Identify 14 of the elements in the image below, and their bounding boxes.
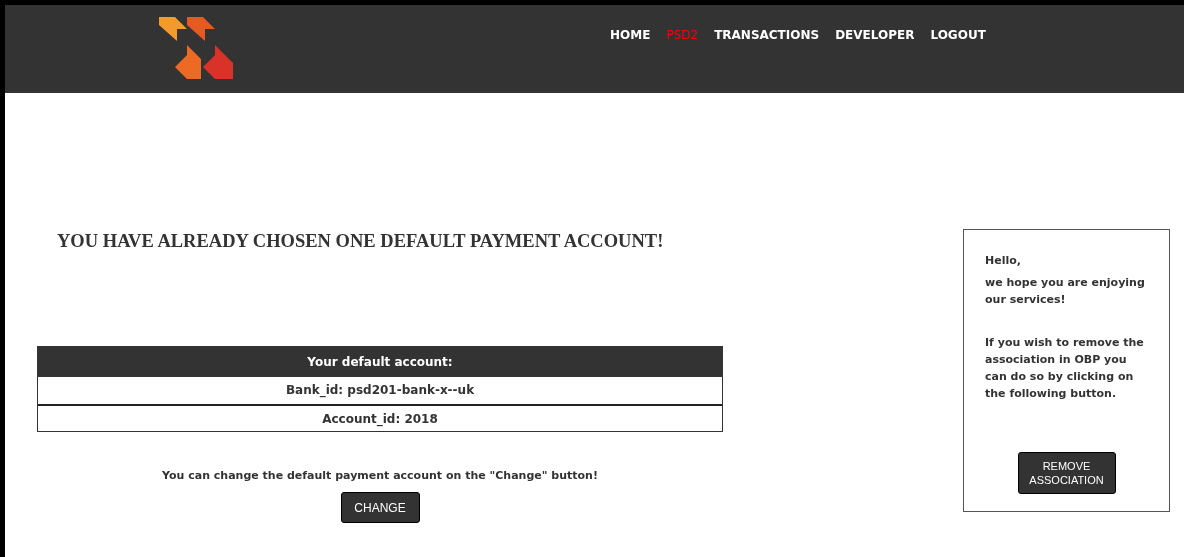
greeting-text: Hello, [985, 253, 1022, 269]
nav-link[interactable]: TRANSACTIONS [714, 26, 820, 44]
table-cell-text: Bank_id: psd201-bank-x--uk [284, 381, 476, 400]
info-text: If you wish to remove the association in OBP you can do so by clicking on the following button. [985, 335, 1145, 402]
change-button[interactable]: CHANGE [340, 492, 420, 524]
table-header: Your default account: [38, 346, 722, 377]
nav-link[interactable]: HOME [610, 26, 651, 44]
nav-link[interactable]: LOGOUT [930, 26, 986, 44]
table-cell: Account_id: 2018 [38, 403, 722, 431]
page-heading: YOU HAVE ALREADY CHOSEN ONE DEFAULT PAYMENT ACCOUNT! [57, 230, 665, 253]
info-text: we hope you are enjoying our services! [985, 275, 1146, 308]
change-hint: You can change the default payment account on the "Change" button! [161, 467, 599, 484]
nav-link[interactable]: DEVELOPER [835, 26, 915, 44]
remove-association-button[interactable]: REMOVE ASSOCIATION [1017, 452, 1116, 494]
